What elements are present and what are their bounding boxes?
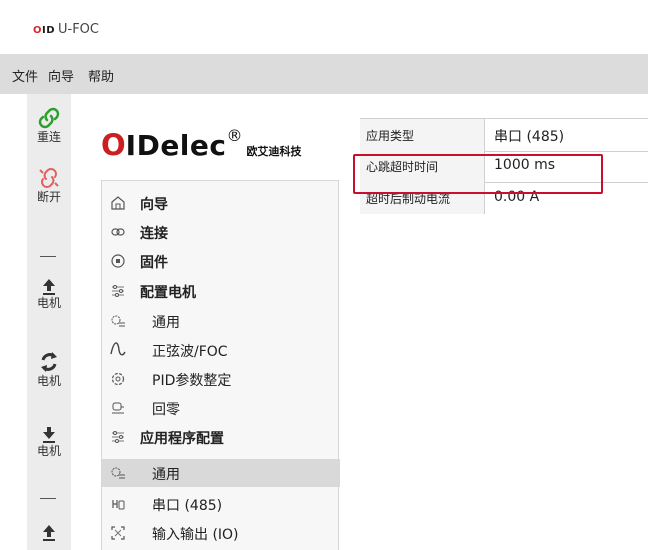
toolbar-separator — [40, 256, 56, 257]
nav-item-io[interactable]: 输入输出 (IO) — [102, 519, 340, 547]
serial-icon — [112, 500, 125, 510]
brand-o: O — [101, 128, 126, 162]
nav-item-serial-485[interactable]: 串口 (485) — [102, 490, 340, 518]
nav-item-label: 配置电机 — [140, 285, 196, 301]
nav-item-wizard[interactable]: 向导 — [102, 189, 340, 217]
nav-item-label: 固件 — [140, 255, 168, 271]
nav-item-homing[interactable]: 回零 — [102, 394, 340, 422]
nav-item-label: 连接 — [140, 226, 168, 242]
sync-icon — [41, 352, 57, 372]
reconnect-label: 重连 — [36, 130, 61, 144]
corner-mark — [617, 0, 633, 10]
brand-name: IDelec — [125, 129, 227, 162]
property-value-text: 串口 (485) — [494, 129, 565, 145]
nav-item-label: 输入输出 (IO) — [152, 527, 239, 543]
nav-item-label: 通用 — [152, 467, 180, 483]
sine-icon — [110, 342, 126, 356]
broken-link-icon — [39, 168, 59, 188]
link-icon — [111, 228, 125, 236]
reconnect-button[interactable]: 重连 — [27, 106, 71, 144]
download-motor-button[interactable]: 电机 — [27, 424, 71, 458]
brand-chinese-name: 欧艾迪科技 — [246, 145, 302, 158]
toolbar-separator — [40, 498, 56, 499]
properties-empty-area — [360, 214, 648, 550]
nav-item-app-general[interactable]: 通用 — [102, 459, 340, 487]
brand-registered: ® — [226, 126, 243, 145]
gear-list-icon — [111, 467, 125, 479]
nav-item-configure-motor[interactable]: 配置电机 — [102, 277, 340, 305]
sync-motor-button[interactable]: 电机 — [27, 350, 71, 388]
download-arrow-icon — [43, 427, 55, 443]
brand-logo: OIDelec®欧艾迪科技 — [101, 126, 302, 162]
sync-motor-label: 电机 — [36, 374, 61, 388]
menu-bar: 文件 向导 帮助 — [0, 54, 648, 94]
nav-item-label: 正弦波/FOC — [152, 344, 228, 360]
upload-arrow-icon — [43, 279, 55, 295]
io-icon — [111, 526, 125, 540]
nav-item-label: PID参数整定 — [152, 373, 232, 389]
highlight-box — [353, 154, 603, 194]
disconnect-button[interactable]: 断开 — [27, 166, 71, 204]
upload-button-2[interactable] — [27, 522, 71, 542]
property-key: 应用类型 — [360, 119, 485, 151]
toolbar-column — [27, 94, 71, 550]
chip-icon — [111, 254, 125, 268]
cog-icon — [111, 372, 125, 386]
nav-item-firmware[interactable]: 固件 — [102, 247, 340, 275]
app-logo: OID — [33, 25, 56, 36]
nav-item-motor-general[interactable]: 通用 — [102, 307, 340, 335]
nav-tree: 向导 连接 固件 配置电机 通用 正弦波/FOC PID参数整定 回零 应用程序… — [101, 180, 340, 550]
upload-motor-button[interactable]: 电机 — [27, 276, 71, 310]
menu-file[interactable]: 文件 — [12, 66, 38, 85]
nav-item-label: 向导 — [140, 197, 168, 213]
sliders-icon — [112, 431, 124, 443]
nav-item-app-config[interactable]: 应用程序配置 — [102, 423, 340, 451]
property-key-text: 应用类型 — [366, 129, 415, 143]
menu-wizard[interactable]: 向导 — [48, 66, 74, 85]
nav-item-label: 串口 (485) — [152, 498, 223, 514]
title-bar: OID U-FOC — [0, 0, 648, 54]
nav-item-label: 回零 — [152, 402, 180, 418]
nav-item-label: 应用程序配置 — [140, 431, 224, 447]
left-toolbar: 重连 断开 电机 电机 电机 — [0, 94, 90, 550]
nav-item-label: 通用 — [152, 315, 180, 331]
download-motor-label: 电机 — [36, 444, 61, 458]
disconnect-label: 断开 — [36, 190, 61, 204]
corner-mark — [0, 505, 9, 521]
upload-arrow-icon — [43, 525, 55, 541]
home-icon — [111, 196, 125, 210]
gear-list-icon — [111, 315, 125, 327]
menu-help[interactable]: 帮助 — [88, 66, 114, 85]
homing-icon — [112, 402, 124, 414]
upload-motor-label: 电机 — [36, 296, 61, 310]
nav-item-pid-tuning[interactable]: PID参数整定 — [102, 365, 340, 393]
link-icon — [38, 107, 60, 129]
sliders-icon — [112, 285, 124, 297]
nav-item-sine-foc[interactable]: 正弦波/FOC — [102, 336, 340, 364]
nav-item-connect[interactable]: 连接 — [102, 218, 340, 246]
window-title: U-FOC — [58, 22, 99, 37]
property-row-app-type[interactable]: 应用类型 串口 (485) — [360, 118, 648, 152]
